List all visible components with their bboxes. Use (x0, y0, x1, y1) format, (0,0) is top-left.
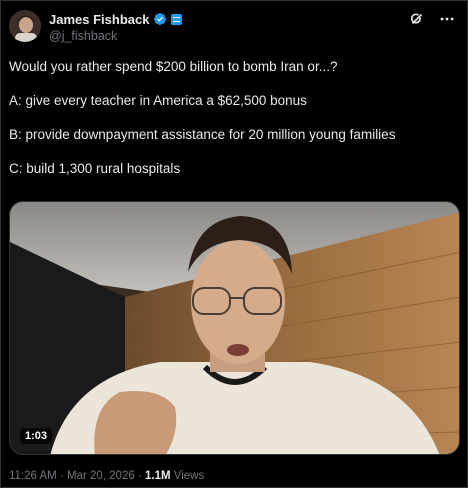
tweet-line: A: give every teacher in America a $62,5… (9, 93, 307, 108)
name-row: James Fishback (49, 11, 183, 27)
avatar[interactable] (9, 10, 41, 42)
separator: · (134, 470, 145, 482)
tweet-card[interactable]: James Fishback @j_fishback Would you rat… (0, 0, 468, 488)
timestamp-date[interactable]: Mar 20, 2026 (67, 470, 135, 482)
more-icon[interactable] (439, 11, 455, 27)
video-frame (10, 202, 459, 454)
views-label: Views (170, 470, 205, 482)
verified-badge-icon (153, 12, 167, 26)
handle[interactable]: @j_fishback (49, 29, 182, 43)
avatar-image (9, 10, 41, 42)
video-player[interactable]: 1:03 (9, 201, 460, 455)
display-name[interactable]: James Fishback (49, 12, 149, 27)
timestamp-time[interactable]: 11:26 AM (9, 470, 57, 482)
tweet-meta: 11:26 AM · Mar 20, 2026 · 1.1M Views (9, 470, 204, 482)
tweet-line: C: build 1,300 rural hospitals (9, 161, 181, 176)
author-block: James Fishback @j_fishback (49, 11, 183, 43)
separator: · (56, 470, 67, 482)
tweet-line: B: provide downpayment assistance for 20… (9, 127, 396, 142)
grok-icon[interactable] (409, 11, 425, 27)
top-actions (409, 11, 455, 27)
tweet-line: Would you rather spend $200 billion to b… (9, 59, 338, 74)
tweet-text: Would you rather spend $200 billion to b… (9, 59, 459, 195)
views-count[interactable]: 1.1M (145, 470, 171, 482)
video-duration: 1:03 (20, 428, 53, 444)
affiliate-badge-icon (171, 13, 183, 25)
